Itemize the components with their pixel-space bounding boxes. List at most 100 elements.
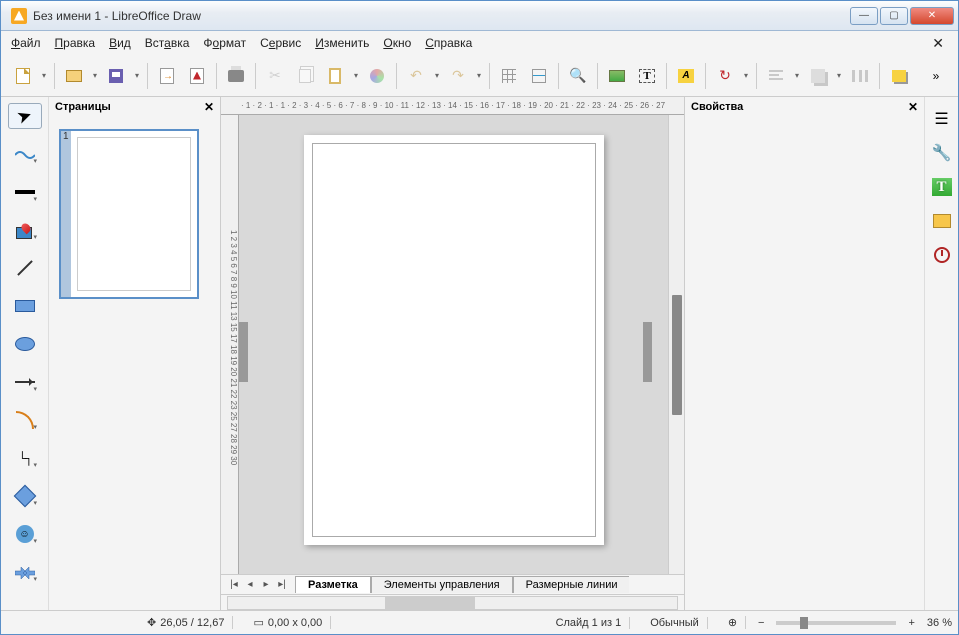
toolbar-overflow[interactable]: » bbox=[922, 62, 950, 90]
menu-help[interactable]: Справка bbox=[425, 36, 472, 50]
export-button[interactable] bbox=[153, 62, 181, 90]
fit-page-button[interactable]: ⊕ bbox=[720, 616, 746, 629]
page-thumbnail-number: 1 bbox=[63, 131, 69, 142]
copy-button[interactable] bbox=[291, 62, 319, 90]
line-style-tool[interactable]: ▾ bbox=[8, 179, 42, 205]
status-coords: ✥26,05 / 12,67 bbox=[139, 616, 233, 629]
save-button[interactable] bbox=[102, 62, 130, 90]
tab-layout[interactable]: Разметка bbox=[295, 576, 371, 593]
sidebar-properties-button[interactable]: 🔧 bbox=[930, 141, 954, 165]
zoom-out-button[interactable]: − bbox=[758, 617, 764, 629]
close-document-button[interactable]: ✕ bbox=[928, 35, 948, 52]
pages-panel: Страницы ✕ 1 bbox=[49, 97, 221, 610]
vertical-scrollbar[interactable] bbox=[668, 115, 684, 574]
sidebar-gallery-button[interactable] bbox=[930, 209, 954, 233]
prev-page-button[interactable]: ◂ bbox=[243, 579, 257, 590]
menu-format[interactable]: Формат bbox=[203, 36, 246, 50]
sidebar-navigator-button[interactable] bbox=[930, 243, 954, 267]
zoom-slider[interactable] bbox=[776, 621, 896, 625]
rectangle-tool[interactable] bbox=[8, 293, 42, 319]
tab-controls[interactable]: Элементы управления bbox=[371, 576, 513, 593]
sidebar-styles-button[interactable]: T bbox=[930, 175, 954, 199]
arrange-button[interactable] bbox=[804, 62, 832, 90]
distribute-button[interactable] bbox=[846, 62, 874, 90]
sidebar-settings-button[interactable]: ☰ bbox=[930, 107, 954, 131]
vertical-ruler[interactable]: 1 2 3 4 5 6 7 8 9 10 11 13 15 17 18 19 2… bbox=[221, 115, 239, 574]
zoom-button[interactable]: 🔍 bbox=[564, 62, 592, 90]
menu-window[interactable]: Окно bbox=[383, 36, 411, 50]
grid-button[interactable] bbox=[495, 62, 523, 90]
basic-shapes-tool[interactable]: ▾ bbox=[8, 483, 42, 509]
maximize-button[interactable]: ▢ bbox=[880, 7, 908, 25]
ellipse-tool[interactable] bbox=[8, 331, 42, 357]
insert-textbox-button[interactable]: T bbox=[633, 62, 661, 90]
paste-dropdown[interactable]: ▾ bbox=[351, 71, 361, 80]
minimize-button[interactable]: — bbox=[850, 7, 878, 25]
pages-panel-title: Страницы bbox=[55, 101, 111, 113]
app-icon bbox=[11, 8, 27, 24]
status-style[interactable]: Обычный bbox=[642, 617, 708, 629]
pages-panel-close[interactable]: ✕ bbox=[204, 100, 214, 114]
fill-color-tool[interactable]: ▾ bbox=[8, 217, 42, 243]
status-size: ▭0,00 x 0,00 bbox=[245, 616, 331, 629]
canvas-area: · 1 · 2 · 1 · 1 · 2 · 3 · 4 · 5 · 6 · 7 … bbox=[221, 97, 684, 610]
page-thumbnail[interactable]: 1 bbox=[59, 129, 199, 299]
menu-insert[interactable]: Вставка bbox=[145, 36, 190, 50]
select-tool[interactable]: ➤ bbox=[8, 103, 42, 129]
standard-toolbar: ▾ ▾ ▾ ✂ ▾ ↶ ▾ ↷ ▾ 🔍 T A ↻ ▾ ▾ ▾ » bbox=[1, 55, 958, 97]
helplines-button[interactable] bbox=[525, 62, 553, 90]
horizontal-ruler[interactable]: · 1 · 2 · 1 · 1 · 2 · 3 · 4 · 5 · 6 · 7 … bbox=[221, 97, 684, 115]
zoom-in-button[interactable]: + bbox=[908, 617, 914, 629]
redo-dropdown[interactable]: ▾ bbox=[474, 71, 484, 80]
collapse-right-handle[interactable] bbox=[643, 322, 652, 382]
menu-view[interactable]: Вид bbox=[109, 36, 131, 50]
next-page-button[interactable]: ▸ bbox=[259, 579, 273, 590]
window-title: Без имени 1 - LibreOffice Draw bbox=[33, 9, 850, 23]
arrow-line-tool[interactable]: ▾ bbox=[8, 369, 42, 395]
insert-image-button[interactable] bbox=[603, 62, 631, 90]
tab-dimlines[interactable]: Размерные линии bbox=[513, 576, 630, 593]
properties-panel-title: Свойства bbox=[691, 101, 743, 113]
block-arrows-tool[interactable]: ▾ bbox=[8, 559, 42, 585]
export-pdf-button[interactable] bbox=[183, 62, 211, 90]
close-window-button[interactable]: ✕ bbox=[910, 7, 954, 25]
curve-tool[interactable]: ▾ bbox=[8, 407, 42, 433]
menu-tools[interactable]: Сервис bbox=[260, 36, 301, 50]
connector-tool[interactable]: └┐▾ bbox=[8, 445, 42, 471]
properties-panel-close[interactable]: ✕ bbox=[908, 100, 918, 114]
cut-button[interactable]: ✂ bbox=[261, 62, 289, 90]
redo-button[interactable]: ↷ bbox=[444, 62, 472, 90]
page-nav: |◂ ◂ ▸ ▸| bbox=[221, 579, 295, 590]
rotate-button[interactable]: ↻ bbox=[711, 62, 739, 90]
open-dropdown[interactable]: ▾ bbox=[90, 71, 100, 80]
symbol-shapes-tool[interactable]: ☺▾ bbox=[8, 521, 42, 547]
menu-modify[interactable]: Изменить bbox=[315, 36, 369, 50]
horizontal-scrollbar[interactable] bbox=[227, 596, 678, 610]
drawing-canvas[interactable] bbox=[239, 115, 668, 574]
undo-button[interactable]: ↶ bbox=[402, 62, 430, 90]
clone-format-button[interactable] bbox=[363, 62, 391, 90]
print-button[interactable] bbox=[222, 62, 250, 90]
statusbar: ✥26,05 / 12,67 ▭0,00 x 0,00 Слайд 1 из 1… bbox=[1, 610, 958, 634]
last-page-button[interactable]: ▸| bbox=[275, 579, 289, 590]
zoom-value[interactable]: 36 % bbox=[927, 617, 952, 629]
line-tool[interactable] bbox=[8, 255, 42, 281]
new-dropdown[interactable]: ▾ bbox=[39, 71, 49, 80]
menu-file[interactable]: ФФайлайл bbox=[11, 36, 41, 50]
open-button[interactable] bbox=[60, 62, 88, 90]
shadow-button[interactable] bbox=[885, 62, 913, 90]
align-dropdown[interactable]: ▾ bbox=[792, 71, 802, 80]
line-color-tool[interactable]: ▾ bbox=[8, 141, 42, 167]
menu-edit[interactable]: Правка bbox=[55, 36, 96, 50]
page[interactable] bbox=[304, 135, 604, 545]
paste-button[interactable] bbox=[321, 62, 349, 90]
save-dropdown[interactable]: ▾ bbox=[132, 71, 142, 80]
new-button[interactable] bbox=[9, 62, 37, 90]
rotate-dropdown[interactable]: ▾ bbox=[741, 71, 751, 80]
first-page-button[interactable]: |◂ bbox=[227, 579, 241, 590]
fontwork-button[interactable]: A bbox=[672, 62, 700, 90]
arrange-dropdown[interactable]: ▾ bbox=[834, 71, 844, 80]
align-button[interactable] bbox=[762, 62, 790, 90]
collapse-left-handle[interactable] bbox=[239, 322, 248, 382]
undo-dropdown[interactable]: ▾ bbox=[432, 71, 442, 80]
